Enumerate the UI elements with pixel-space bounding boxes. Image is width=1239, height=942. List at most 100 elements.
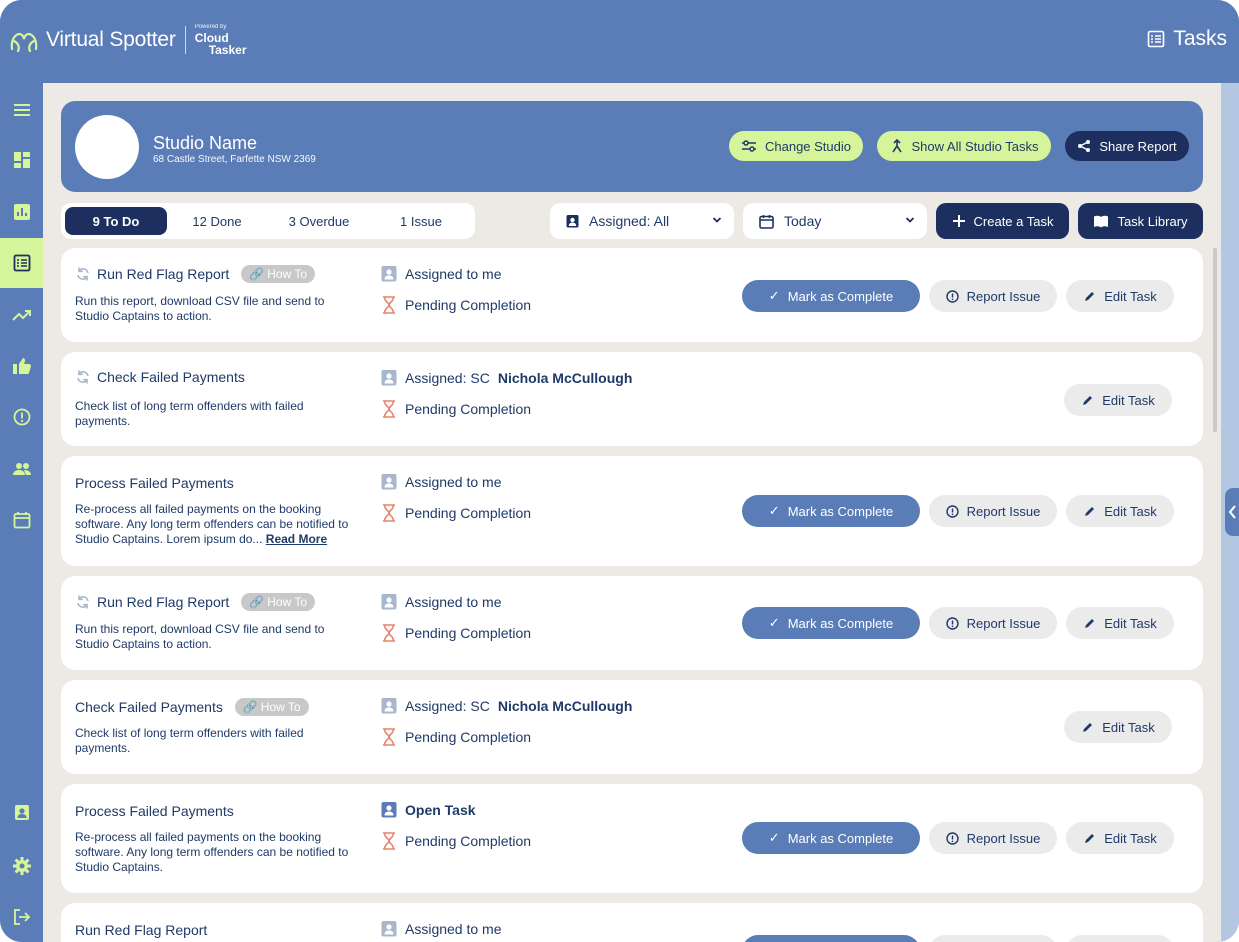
check-icon: ✓ bbox=[768, 830, 780, 845]
how-to-link[interactable]: 🔗 How To bbox=[241, 265, 316, 283]
status-text: Pending Completion bbox=[405, 833, 532, 849]
task-status-tabs: 9 To Do 12 Done 3 Overdue 1 Issue bbox=[61, 203, 475, 239]
task-card: Process Failed Payments Re-process all f… bbox=[61, 456, 1203, 566]
change-studio-button[interactable]: Change Studio bbox=[729, 131, 863, 161]
pencil-icon bbox=[1083, 832, 1096, 845]
read-more-link[interactable]: Read More bbox=[266, 532, 327, 546]
tab-done[interactable]: 12 Done bbox=[167, 207, 267, 235]
link-icon: 🔗 bbox=[242, 700, 258, 714]
assignee-badge-icon bbox=[381, 594, 397, 610]
app-frame: Virtual Spotter Powered by Cloud Tasker … bbox=[0, 0, 1239, 942]
report-issue-label: Report Issue bbox=[966, 830, 1041, 846]
edit-task-button[interactable]: Edit Task bbox=[1064, 711, 1172, 743]
recurring-icon bbox=[75, 266, 91, 282]
alert-icon bbox=[13, 408, 30, 426]
edit-task-button[interactable]: Edit Task bbox=[1066, 607, 1174, 639]
sidebar-item-profile[interactable] bbox=[0, 787, 43, 837]
powered-by-label: Powered by bbox=[194, 24, 227, 30]
task-title-text: Check Failed Payments bbox=[75, 699, 223, 715]
sidebar-item-calendar[interactable] bbox=[0, 495, 43, 545]
edit-task-button[interactable]: Edit Task bbox=[1066, 822, 1174, 854]
tab-issue[interactable]: 1 Issue bbox=[371, 207, 471, 235]
task-library-button[interactable]: Task Library bbox=[1078, 203, 1203, 239]
hourglass-icon bbox=[383, 728, 395, 746]
pencil-icon bbox=[1083, 505, 1096, 518]
mark-complete-button[interactable] bbox=[742, 935, 920, 942]
task-status: Pending Completion bbox=[381, 832, 531, 850]
dashboard-icon bbox=[13, 152, 30, 168]
sidebar-item-menu[interactable] bbox=[0, 85, 43, 135]
task-assignee: Assigned to me bbox=[381, 265, 502, 282]
page-title: Tasks bbox=[1147, 27, 1227, 51]
edit-task-button[interactable] bbox=[1066, 935, 1174, 942]
mark-complete-label: Mark as Complete bbox=[787, 830, 894, 846]
brand-logo[interactable]: Virtual Spotter Powered by Cloud Tasker bbox=[8, 24, 247, 56]
pencil-icon bbox=[1083, 617, 1096, 630]
date-filter-select[interactable]: Today bbox=[743, 203, 927, 239]
status-text: Pending Completion bbox=[405, 625, 532, 641]
link-icon: 🔗 bbox=[249, 267, 265, 281]
alert-icon bbox=[945, 289, 959, 303]
sidebar bbox=[0, 83, 43, 942]
chevron-left-icon bbox=[1228, 505, 1236, 519]
sidebar-item-dashboard[interactable] bbox=[0, 135, 43, 185]
show-all-studio-tasks-button[interactable]: Show All Studio Tasks bbox=[877, 131, 1051, 161]
report-issue-label: Report Issue bbox=[966, 503, 1041, 519]
how-to-label: How To bbox=[267, 595, 308, 609]
sidebar-item-logout[interactable] bbox=[0, 892, 43, 942]
show-all-label: Show All Studio Tasks bbox=[911, 138, 1039, 154]
report-issue-button[interactable]: Report Issue bbox=[929, 495, 1057, 527]
chevron-down-icon bbox=[905, 214, 915, 226]
edit-task-button[interactable]: Edit Task bbox=[1066, 280, 1174, 312]
report-issue-button[interactable]: Report Issue bbox=[929, 607, 1057, 639]
create-task-button[interactable]: Create a Task bbox=[936, 203, 1069, 239]
assignee-badge-icon bbox=[381, 698, 397, 714]
sidebar-item-trends[interactable] bbox=[0, 290, 43, 340]
virtual-spotter-logo-icon bbox=[8, 25, 42, 55]
tab-to-do[interactable]: 9 To Do bbox=[65, 207, 167, 235]
share-report-button[interactable]: Share Report bbox=[1065, 131, 1189, 161]
mark-complete-label: Mark as Complete bbox=[787, 503, 894, 519]
report-issue-button[interactable]: Report Issue bbox=[929, 280, 1057, 312]
edit-task-button[interactable]: Edit Task bbox=[1064, 384, 1172, 416]
mark-complete-label: Mark as Complete bbox=[787, 288, 894, 304]
mark-complete-button[interactable]: ✓ Mark as Complete bbox=[742, 280, 920, 312]
task-description: Check list of long term offenders with f… bbox=[75, 726, 304, 755]
sidebar-item-people[interactable] bbox=[0, 444, 43, 494]
assigned-filter-value: Assigned: All bbox=[589, 213, 670, 229]
chevron-down-icon bbox=[712, 214, 722, 226]
sidebar-item-issues[interactable] bbox=[0, 392, 43, 442]
mark-complete-button[interactable]: ✓ Mark as Complete bbox=[742, 495, 920, 527]
panel-toggle-button[interactable] bbox=[1225, 488, 1239, 536]
task-title: Process Failed Payments bbox=[75, 803, 234, 819]
assigned-filter-select[interactable]: Assigned: All bbox=[550, 203, 734, 239]
share-icon bbox=[1078, 140, 1091, 152]
report-issue-button[interactable]: Report Issue bbox=[929, 822, 1057, 854]
report-issue-label: Report Issue bbox=[966, 288, 1041, 304]
sidebar-item-settings[interactable] bbox=[0, 841, 43, 891]
task-description: Re-process all failed payments on the bo… bbox=[75, 830, 349, 874]
tab-done-label: 12 Done bbox=[192, 213, 242, 229]
mark-complete-button[interactable]: ✓ Mark as Complete bbox=[742, 607, 920, 639]
how-to-link[interactable]: 🔗 How To bbox=[241, 593, 316, 611]
hourglass-icon bbox=[383, 624, 395, 642]
tab-overdue[interactable]: 3 Overdue bbox=[267, 207, 371, 235]
sidebar-item-reports[interactable] bbox=[0, 187, 43, 237]
tab-issue-label: 1 Issue bbox=[400, 213, 442, 229]
task-card: Run Red Flag Report 🔗 How To Run this rep… bbox=[61, 576, 1203, 670]
scrollbar-thumb[interactable] bbox=[1213, 248, 1217, 432]
task-card: Run Red Flag Report 🔗 How To Run this rep… bbox=[61, 248, 1203, 342]
edit-task-button[interactable]: Edit Task bbox=[1066, 495, 1174, 527]
report-issue-label: Report Issue bbox=[966, 615, 1041, 631]
report-issue-button[interactable] bbox=[929, 935, 1057, 942]
sidebar-item-feedback[interactable] bbox=[0, 341, 43, 391]
check-icon: ✓ bbox=[768, 288, 780, 303]
edit-task-label: Edit Task bbox=[1102, 392, 1155, 408]
task-status: Pending Completion bbox=[381, 624, 531, 642]
recurring-icon bbox=[75, 369, 91, 385]
plus-icon bbox=[952, 215, 965, 227]
task-status: Pending Completion bbox=[381, 400, 531, 418]
mark-complete-button[interactable]: ✓ Mark as Complete bbox=[742, 822, 920, 854]
how-to-link[interactable]: 🔗 How To bbox=[234, 698, 309, 716]
sidebar-item-tasks[interactable] bbox=[0, 238, 43, 288]
